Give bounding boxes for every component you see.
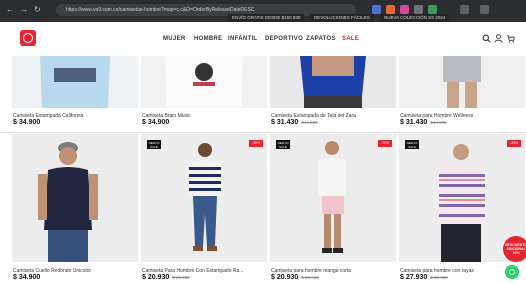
product-image[interactable] [141,56,267,108]
brand-logo[interactable] [20,30,36,46]
product-image[interactable] [12,134,138,262]
product-price: $ 20.930 $ 29.900 [271,274,319,281]
product-image[interactable] [399,56,525,108]
product-card[interactable]: Camiseta Estampada de Tela del Zara $ 31… [270,56,396,132]
price-current: $ 20.930 [142,274,170,281]
site-header: MUJER HOMBRE INFANTIL DEPORTIVO ZAPATOS … [0,22,526,56]
product-card[interactable]: NEW IN SALE -30% Camiseta Para Hombre Co… [141,134,267,284]
user-icon[interactable] [494,34,503,43]
product-card[interactable]: NEW IN SALE -30% Camiseta para hombre co… [399,134,525,284]
product-card[interactable]: Camiseta Estampada California $ 34.900 [12,56,138,132]
product-card[interactable]: Camiseta para Hombre Wellness $ 31.430 $4… [399,56,525,132]
price-old: $44.900 [430,120,447,125]
price-old: $44.900 [301,120,318,125]
nav-zapatos[interactable]: ZAPATOS [306,36,336,42]
extension-icon[interactable] [428,5,437,14]
price-current: $ 31.430 [271,119,299,126]
profile-icon[interactable] [460,5,469,14]
reload-icon[interactable]: ↻ [34,5,41,15]
nav-mujer[interactable]: MUJER [163,36,186,42]
product-image[interactable] [270,134,396,262]
promo-bar-item: DEVOLUCIONES FÁCILES [310,14,374,22]
extension-icon[interactable] [414,5,423,14]
new-in-badge: NEW IN SALE [276,140,290,149]
product-card[interactable]: NEW IN SALE -30% Camiseta para hombre ma… [270,134,396,284]
forward-icon[interactable]: → [20,5,28,15]
extension-icon[interactable] [400,5,409,14]
product-image[interactable] [270,56,396,108]
product-image[interactable] [12,56,138,108]
nav-hombre[interactable]: HOMBRE [194,36,222,42]
nav-deportivo[interactable]: DEPORTIVO [265,36,303,42]
price-current: $ 20.930 [271,274,299,281]
promo-bar-item: NUEVA COLECCIÓN SS 2024 [380,14,450,22]
menu-icon[interactable] [480,5,489,14]
nav-infantil[interactable]: INFANTIL [228,36,257,42]
product-price: $ 27.930 $ 39.900 [400,274,448,281]
price-old: $ 39.900 [430,275,448,280]
product-price: $ 31.430 $44.900 [271,119,318,126]
discount-badge: -30% [507,140,521,147]
price-current: $ 27.930 [400,274,428,281]
product-price: $ 34.900 [142,119,170,126]
browser-toolbar: ← → ↻ https://www.vo9.com.co/camisetas-h… [0,0,526,22]
promo-bar-item: ENVÍO GRATIS DESDE $150.000 [228,14,305,22]
product-card[interactable]: Camiseta Brain Music $ 34.900 [141,56,267,132]
product-price: $ 34.900 [13,119,41,126]
cart-icon[interactable] [506,34,515,43]
product-price: $ 20.930 $ 29.900 [142,274,190,281]
row-divider [0,132,526,133]
new-in-badge: NEW IN SALE [147,140,161,149]
extension-icon[interactable] [386,5,395,14]
back-icon[interactable]: ← [6,5,14,15]
product-card[interactable]: Camiseta Cuello Redondo Unicolor $ 34.90… [12,134,138,284]
product-price: $ 34.900 [13,274,41,281]
discount-badge: -30% [249,140,263,147]
price-old: $ 29.900 [301,275,319,280]
product-price: $ 31.430 $44.900 [400,119,447,126]
product-image[interactable] [141,134,267,262]
promo-sticker[interactable]: DESCUENTO ADICIONAL 10% [503,236,526,262]
search-icon[interactable] [482,34,491,43]
price-current: $ 31.430 [400,119,428,126]
whatsapp-icon[interactable] [505,265,519,279]
discount-badge: -30% [378,140,392,147]
nav-sale[interactable]: SALE [342,36,359,42]
new-in-badge: NEW IN SALE [405,140,419,149]
price-old: $ 29.900 [172,275,190,280]
extension-icon[interactable] [372,5,381,14]
